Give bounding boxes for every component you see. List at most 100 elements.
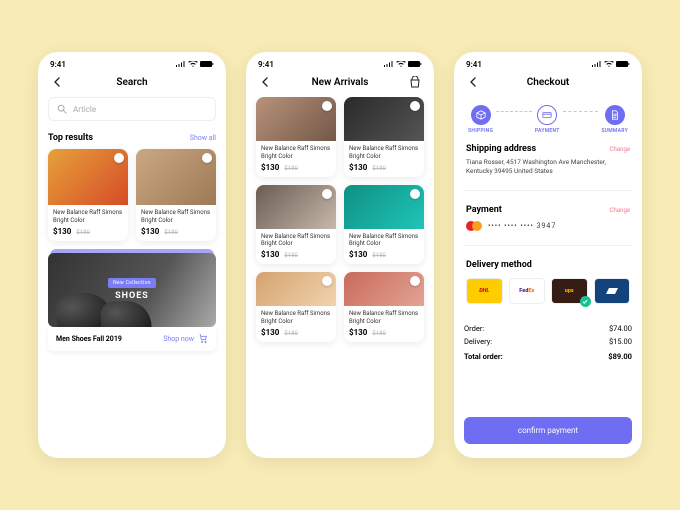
shop-now-button[interactable]: Shop now: [163, 333, 208, 345]
back-button[interactable]: [50, 75, 64, 89]
product-card[interactable]: New Balance Raff Simons Bright Color$130…: [256, 97, 336, 177]
page-title: Search: [64, 77, 200, 88]
product-card[interactable]: New Balance Raff Simons Bright Color$130…: [256, 185, 336, 265]
product-name: New Balance Raff Simons Bright Color: [136, 205, 216, 227]
status-time: 9:41: [466, 60, 482, 69]
product-name: New Balance Raff Simons Bright Color: [344, 229, 424, 251]
status-icons: [176, 61, 214, 68]
confirm-payment-button[interactable]: confirm payment: [464, 417, 632, 444]
favorite-icon[interactable]: [410, 189, 420, 199]
battery-icon: [408, 61, 422, 68]
total-value: $89.00: [608, 352, 632, 361]
price-old: $180: [372, 330, 386, 337]
product-name: New Balance Raff Simons Bright Color: [48, 205, 128, 227]
favorite-icon[interactable]: [410, 101, 420, 111]
price-old: $180: [284, 330, 298, 337]
section-header: Top results Show all: [48, 133, 216, 143]
carrier-dhl[interactable]: DHL: [466, 278, 503, 304]
content: SHIPPING PAYMENT SUMMARY Shipping addres…: [454, 97, 642, 458]
step-shipping[interactable]: SHIPPING: [468, 105, 493, 134]
price: $130: [53, 227, 71, 236]
payment-label: Payment: [466, 205, 502, 215]
product-card[interactable]: New Balance Raff Simons Bright Color$130…: [344, 185, 424, 265]
payment-section: Payment Change •••• •••• •••• 3947: [464, 199, 632, 237]
search-input[interactable]: Article: [48, 97, 216, 121]
status-time: 9:41: [258, 60, 274, 69]
price: $130: [349, 163, 367, 172]
product-card[interactable]: New Balance Raff Simons Bright Color$130…: [344, 272, 424, 342]
back-button[interactable]: [258, 75, 272, 89]
product-image: [344, 185, 424, 229]
status-bar: 9:41: [38, 52, 226, 71]
shipping-address: Tiana Rosser, 4517 Washington Ave Manche…: [466, 158, 630, 176]
order-value: $74.00: [609, 324, 632, 333]
carrier-fedex[interactable]: FedEx: [509, 278, 546, 304]
bag-button[interactable]: [408, 75, 422, 89]
price-old: $180: [164, 229, 178, 236]
product-name: New Balance Raff Simons Bright Color: [256, 306, 336, 328]
shoe-icon: [100, 300, 152, 327]
total-label: Total order:: [464, 352, 503, 361]
price-row: $130 $180: [48, 227, 128, 241]
status-time: 9:41: [50, 60, 66, 69]
price-row: $130$180: [344, 328, 424, 342]
order-summary: Order: $74.00 Delivery:$15.00 Total order…: [464, 322, 632, 363]
price-row: $130$180: [344, 250, 424, 264]
product-grid: New Balance Raff Simons Bright Color$130…: [256, 97, 424, 342]
order-label: Order:: [464, 324, 484, 333]
back-button[interactable]: [466, 75, 480, 89]
fedex-logo: FedEx: [519, 288, 534, 294]
content: Article Top results Show all New Balance…: [38, 97, 226, 458]
price-old: $180: [76, 229, 90, 236]
favorite-icon[interactable]: [410, 276, 420, 286]
delivery-section: Delivery method DHL FedEx ups: [464, 254, 632, 310]
signal-icon: [176, 61, 186, 68]
product-name: New Balance Raff Simons Bright Color: [344, 141, 424, 163]
product-card[interactable]: New Balance Raff Simons Bright Color $13…: [48, 149, 128, 241]
price: $130: [261, 163, 279, 172]
status-bar: 9:41: [454, 52, 642, 71]
step-summary[interactable]: SUMMARY: [601, 105, 628, 134]
change-payment-link[interactable]: Change: [610, 207, 630, 214]
card-number-masked: •••• •••• •••• 3947: [488, 222, 556, 230]
banner-title: SHOES: [115, 291, 149, 301]
carrier-ups[interactable]: ups: [551, 278, 588, 304]
header: Search: [38, 71, 226, 97]
price-old: $180: [284, 252, 298, 259]
carrier-usps[interactable]: [594, 278, 631, 304]
favorite-icon[interactable]: [202, 153, 212, 163]
favorite-icon[interactable]: [322, 276, 332, 286]
favorite-icon[interactable]: [322, 189, 332, 199]
product-card[interactable]: New Balance Raff Simons Bright Color $13…: [136, 149, 216, 241]
document-icon: [605, 105, 625, 125]
product-card[interactable]: New Balance Raff Simons Bright Color$130…: [256, 272, 336, 342]
favorite-icon[interactable]: [322, 101, 332, 111]
search-icon: [57, 104, 67, 114]
ups-logo: ups: [565, 288, 574, 294]
product-card[interactable]: New Balance Raff Simons Bright Color$130…: [344, 97, 424, 177]
step-connector: [496, 111, 532, 112]
product-image: [256, 185, 336, 229]
favorite-icon[interactable]: [114, 153, 124, 163]
content: New Balance Raff Simons Bright Color$130…: [246, 97, 434, 458]
product-row: New Balance Raff Simons Bright Color $13…: [48, 149, 216, 241]
price-row: $130 $180: [136, 227, 216, 241]
price-row: $130 $180: [256, 163, 336, 177]
show-all-link[interactable]: Show all: [190, 134, 216, 142]
summary-row-delivery: Delivery:$15.00: [464, 335, 632, 348]
top-results-label: Top results: [48, 133, 93, 143]
payment-card-row: •••• •••• •••• 3947: [466, 221, 630, 231]
status-icons: [384, 61, 422, 68]
change-address-link[interactable]: Change: [610, 146, 630, 153]
cart-icon: [198, 333, 208, 345]
product-name: New Balance Raff Simons Bright Color: [256, 229, 336, 251]
price-row: $130$180: [256, 250, 336, 264]
step-connector: [563, 111, 599, 112]
price-old: $180: [284, 165, 298, 172]
promo-banner[interactable]: New Collection SHOES Men Shoes Fall 2019…: [48, 253, 216, 351]
price-row: $130$180: [344, 163, 424, 177]
header-spacer: [200, 75, 214, 89]
price: $130: [141, 227, 159, 236]
step-payment[interactable]: PAYMENT: [535, 105, 560, 134]
banner-badge: New Collection: [108, 278, 156, 288]
